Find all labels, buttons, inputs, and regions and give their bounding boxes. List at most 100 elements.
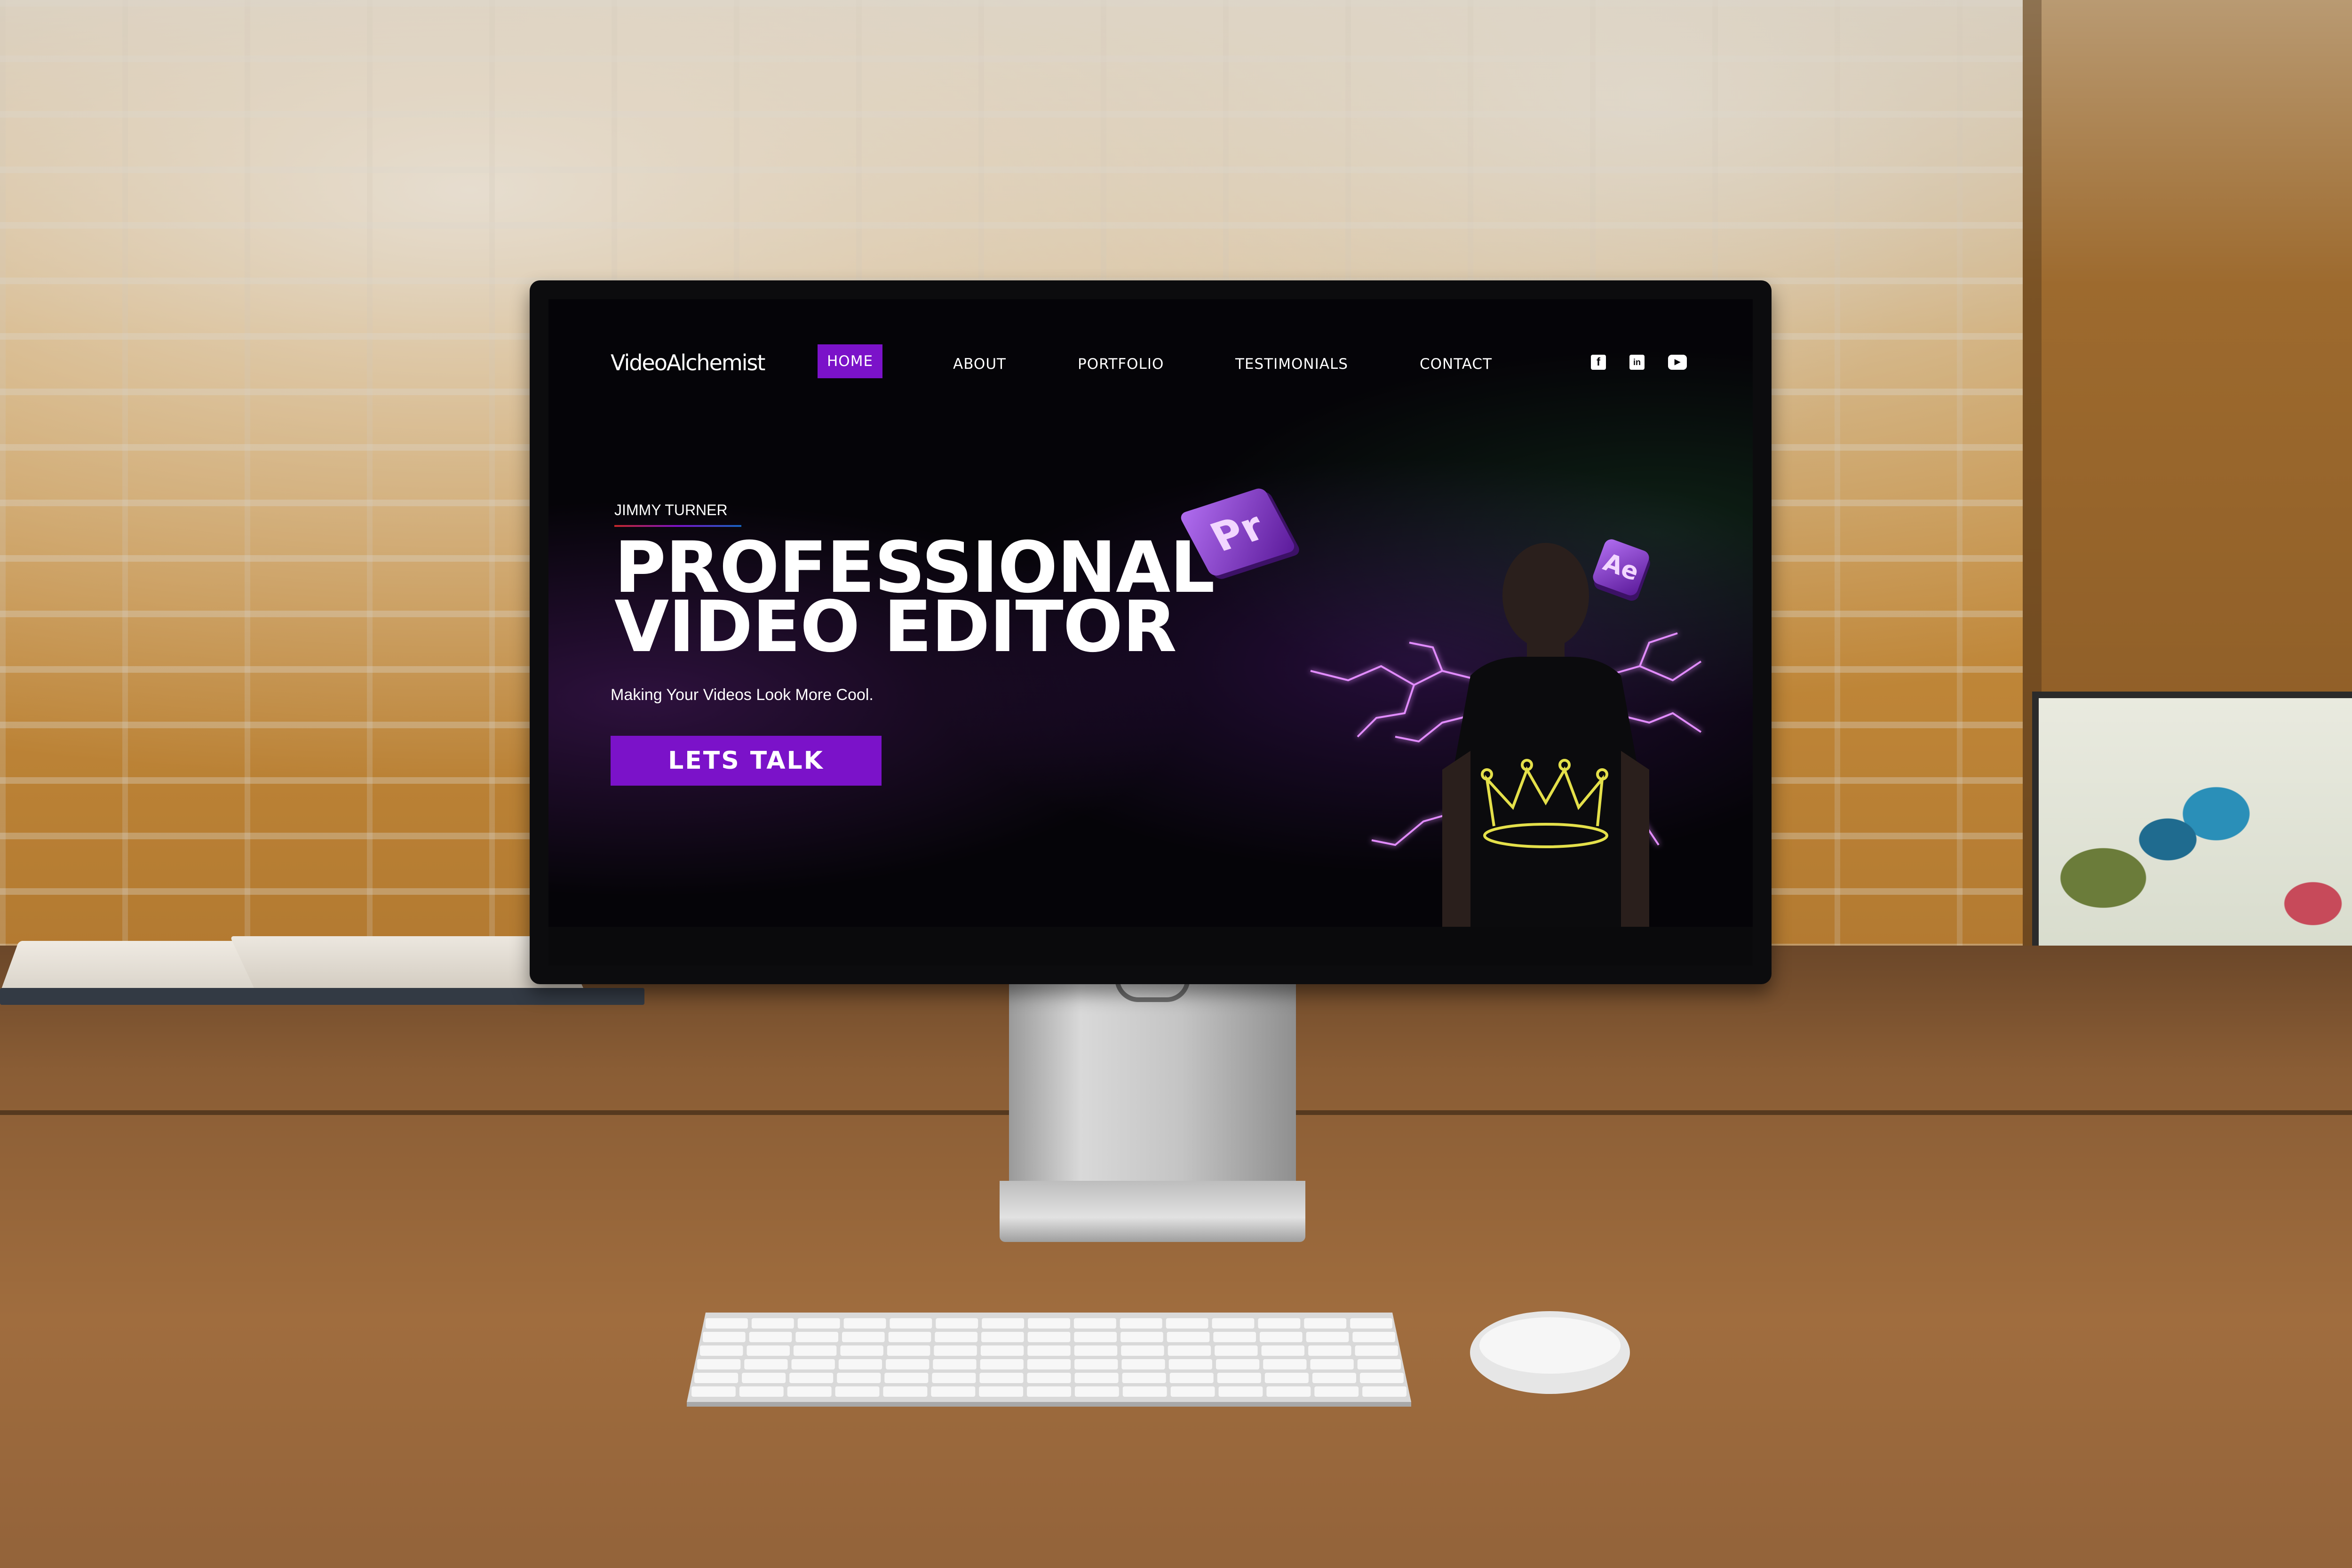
framed-bird-picture	[2032, 692, 2352, 955]
keyboard-key	[932, 1373, 976, 1383]
keyboard-key	[888, 1332, 931, 1342]
hero-name: JIMMY TURNER	[614, 501, 728, 518]
keyboard-key	[1074, 1386, 1119, 1397]
keyboard-key	[1122, 1386, 1167, 1397]
keyboard-key	[791, 1359, 835, 1369]
keyboard-key	[1027, 1359, 1071, 1369]
keyboard-key	[1258, 1318, 1301, 1329]
keyboard-key	[1217, 1373, 1261, 1383]
keyboard-key	[933, 1359, 977, 1369]
keyboard-key	[935, 1332, 977, 1342]
monitor-screen: VideoAlchemist HOME ABOUT PORTFOLIO TEST…	[548, 299, 1753, 965]
keyboard-key	[1304, 1318, 1347, 1329]
keyboard-key	[890, 1318, 932, 1329]
keyboard-key	[886, 1359, 930, 1369]
keyboard-key	[980, 1345, 1024, 1356]
screen-bottom-bezel	[548, 927, 1753, 965]
keyboard-key	[747, 1345, 790, 1356]
keyboard-key	[1312, 1373, 1356, 1383]
nav-testimonials[interactable]: TESTIMONIALS	[1235, 356, 1348, 373]
keyboard-key	[936, 1318, 978, 1329]
lets-talk-button[interactable]: LETS TALK	[611, 736, 882, 786]
hero-title-line-2: VIDEO EDITOR	[614, 586, 1177, 668]
keyboard-key	[979, 1386, 1024, 1397]
keyboard-key	[1266, 1386, 1311, 1397]
keyboard-key	[744, 1359, 788, 1369]
keyboard-key	[842, 1332, 885, 1342]
keyboard-key	[1120, 1332, 1163, 1342]
keyboard-key	[1074, 1359, 1118, 1369]
keyboard-key	[1213, 1332, 1256, 1342]
hero-subtitle: Making Your Videos Look More Cool.	[611, 686, 874, 704]
keyboard-key	[1359, 1373, 1404, 1383]
linkedin-icon[interactable]: in	[1629, 355, 1645, 370]
keyboard-key	[751, 1318, 794, 1329]
keyboard-key	[795, 1332, 838, 1342]
keyboard-key	[1168, 1345, 1211, 1356]
keyboard-key	[1218, 1386, 1263, 1397]
monitor: VideoAlchemist HOME ABOUT PORTFOLIO TEST…	[530, 280, 1772, 984]
keyboard-key	[1362, 1386, 1406, 1397]
keyboard-key	[837, 1373, 881, 1383]
keyboard-key	[979, 1373, 1024, 1383]
keyboard-key	[838, 1359, 882, 1369]
keyboard-key	[1167, 1332, 1210, 1342]
keyboard-key	[1350, 1318, 1392, 1329]
facebook-icon[interactable]: f	[1591, 355, 1606, 370]
keyboard-key	[1166, 1318, 1208, 1329]
keyboard	[687, 1313, 1411, 1407]
keyboard-key	[1352, 1332, 1395, 1342]
hero-title: PROFESSIONAL VIDEO EDITOR	[614, 533, 1215, 668]
keyboard-key	[1121, 1345, 1164, 1356]
site-logo[interactable]: VideoAlchemist	[611, 350, 765, 375]
book-cover	[0, 988, 644, 1005]
keyboard-key	[884, 1373, 929, 1383]
nav-home[interactable]: HOME	[818, 344, 883, 378]
site-navbar: VideoAlchemist HOME ABOUT PORTFOLIO TEST…	[548, 299, 1753, 393]
keyboard-key	[934, 1345, 977, 1356]
keyboard-key	[789, 1373, 834, 1383]
keyboard-key	[787, 1386, 832, 1397]
keyboard-key	[700, 1345, 743, 1356]
keyboard-key	[1121, 1359, 1165, 1369]
keyboard-key	[1261, 1345, 1305, 1356]
youtube-icon[interactable]: ▶	[1668, 355, 1687, 370]
keyboard-key	[1263, 1359, 1307, 1369]
keyboard-key	[1170, 1386, 1215, 1397]
keyboard-key	[1073, 1318, 1116, 1329]
keyboard-key	[1308, 1345, 1351, 1356]
keyboard-key	[1310, 1359, 1354, 1369]
keyboard-key	[1212, 1318, 1255, 1329]
keyboard-key	[843, 1318, 886, 1329]
hero-portrait	[1310, 543, 1702, 927]
keyboard-key	[739, 1386, 784, 1397]
keyboard-key	[694, 1373, 739, 1383]
monitor-stand-foot	[1000, 1181, 1305, 1242]
keyboard-key	[1027, 1386, 1071, 1397]
keyboard-key	[1168, 1359, 1212, 1369]
keyboard-key	[706, 1318, 748, 1329]
keyboard-key	[793, 1345, 837, 1356]
keyboard-key	[982, 1318, 1025, 1329]
keyboard-key	[931, 1386, 976, 1397]
nav-about[interactable]: ABOUT	[953, 356, 1006, 373]
keyboard-key	[691, 1386, 736, 1397]
bird-artwork	[2039, 698, 2352, 955]
keyboard-key	[1355, 1345, 1398, 1356]
keyboard-key	[981, 1332, 1024, 1342]
keyboard-key	[887, 1345, 930, 1356]
keyboard-key	[840, 1345, 883, 1356]
keyboard-key	[1314, 1386, 1359, 1397]
keyboard-key	[1306, 1332, 1349, 1342]
keyboard-key	[1357, 1359, 1401, 1369]
keyboard-key	[883, 1386, 928, 1397]
keyboard-key	[1074, 1345, 1118, 1356]
mouse	[1470, 1311, 1630, 1394]
keyboard-key	[1027, 1332, 1071, 1342]
keyboard-key	[980, 1359, 1024, 1369]
keyboard-key	[1215, 1345, 1258, 1356]
nav-contact[interactable]: CONTACT	[1420, 356, 1492, 373]
monitor-stand-neck	[1009, 979, 1296, 1195]
nav-portfolio[interactable]: PORTFOLIO	[1078, 356, 1164, 373]
keyboard-key	[1028, 1318, 1070, 1329]
